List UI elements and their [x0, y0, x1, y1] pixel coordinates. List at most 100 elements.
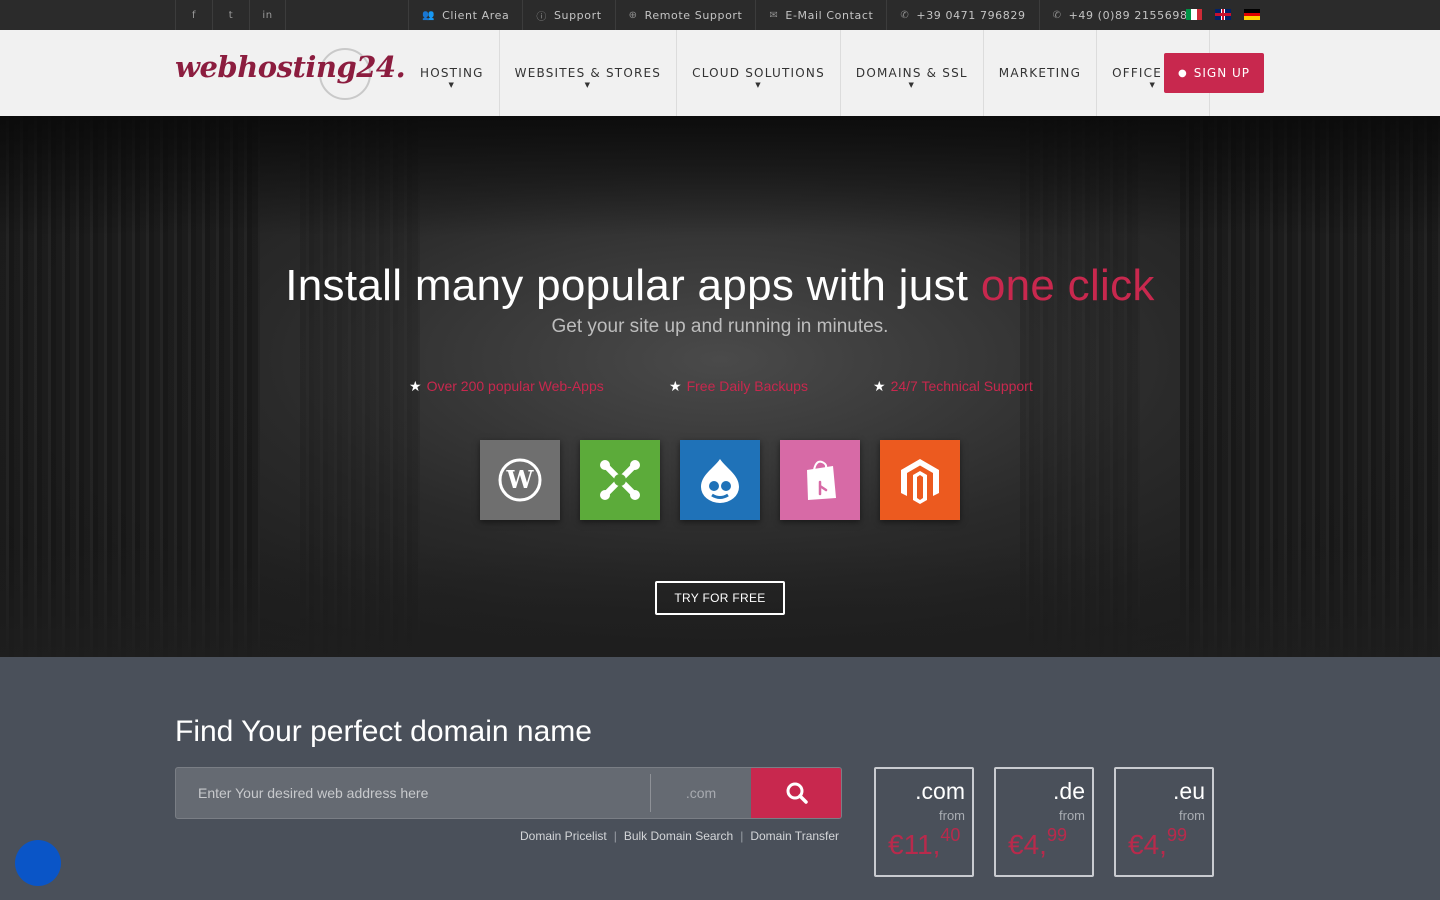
feature-label: Over 200 popular Web-Apps: [426, 378, 604, 394]
signup-button[interactable]: ● SIGN UP: [1164, 53, 1264, 93]
link-separator: |: [740, 829, 744, 843]
try-for-free-button[interactable]: TRY FOR FREE: [655, 581, 785, 615]
users-icon: 👥: [422, 9, 436, 21]
facebook-icon[interactable]: f: [175, 0, 212, 30]
phone-de-link[interactable]: ✆ +49 (0)89 21556988: [1038, 0, 1209, 30]
phone-icon: ✆: [900, 9, 910, 21]
email-contact-link[interactable]: ✉ E-Mail Contact: [755, 0, 886, 30]
domain-search-input[interactable]: Enter Your desired web address here: [198, 768, 428, 818]
phone-it-label: +39 0471 796829: [916, 8, 1026, 22]
star-icon: ★: [873, 378, 886, 394]
app-icons: W: [480, 440, 960, 520]
tld-price-euros: €4,: [1008, 829, 1047, 860]
tld-price-euros: €11,: [888, 829, 941, 860]
domain-search-button[interactable]: [751, 768, 841, 818]
caret-down-icon: ▼: [448, 81, 456, 89]
hero-title: Install many popular apps with just one …: [0, 261, 1440, 311]
tld-price-card-eu[interactable]: .eu from €4,99: [1114, 767, 1214, 877]
site-logo[interactable]: webhosting24.: [175, 46, 406, 100]
chat-widget-button[interactable]: [15, 840, 61, 886]
user-icon: ●: [1178, 67, 1188, 79]
tld-price-cents: 40: [940, 825, 961, 845]
linkedin-icon[interactable]: in: [249, 0, 286, 30]
magento-icon[interactable]: [880, 440, 960, 520]
feature-item: ★ Over 200 popular Web-Apps: [409, 378, 604, 395]
info-icon: ⓘ: [536, 11, 547, 23]
tld-name: .eu: [1173, 778, 1205, 804]
nav-websites-stores-label: WEBSITES & STORES: [514, 66, 662, 80]
nav-hosting[interactable]: HOSTING ▼: [405, 30, 500, 116]
main-header: webhosting24. HOSTING ▼ WEBSITES & STORES…: [0, 30, 1440, 116]
caret-down-icon: ▼: [584, 81, 592, 89]
phone-de-label: +49 (0)89 21556988: [1068, 8, 1196, 22]
signup-label: SIGN UP: [1193, 66, 1250, 80]
tld-price: €11,40: [888, 825, 960, 861]
nav-cloud-solutions-label: CLOUD SOLUTIONS: [692, 66, 825, 80]
hero-ceiling-shade: [0, 116, 1440, 236]
support-label: Support: [553, 8, 602, 22]
tld-from: from: [1059, 808, 1085, 823]
joomla-icon[interactable]: [580, 440, 660, 520]
hero-section: Install many popular apps with just one …: [0, 116, 1440, 657]
nav-cloud-solutions[interactable]: CLOUD SOLUTIONS ▼: [677, 30, 841, 116]
star-icon: ★: [409, 378, 422, 394]
tld-price-cents: 99: [1166, 825, 1187, 845]
tld-price-euros: €4,: [1128, 829, 1167, 860]
logo-text: webhosting24.: [175, 50, 406, 84]
domain-search-section: Find Your perfect domain name Enter Your…: [0, 657, 1440, 900]
hero-title-main: Install many popular apps with just: [285, 261, 981, 310]
hero-title-accent: one click: [980, 261, 1155, 310]
flag-italian-icon[interactable]: [1186, 9, 1202, 20]
feature-label: 24/7 Technical Support: [890, 378, 1033, 394]
tld-price-card-com[interactable]: .com from €11,40: [874, 767, 974, 877]
tld-name: .de: [1053, 778, 1085, 804]
language-switcher: [1186, 9, 1260, 21]
feature-item: ★ Free Daily Backups: [669, 378, 808, 395]
feature-item: ★ 24/7 Technical Support: [873, 378, 1033, 395]
feature-label: Free Daily Backups: [686, 378, 808, 394]
hero-subtitle: Get your site up and running in minutes.: [551, 316, 889, 337]
top-bar: f t in 👥 Client Area ⓘ Support ⊕ Remote Sup…: [0, 0, 1440, 30]
svg-text:W: W: [506, 465, 535, 494]
top-links: 👥 Client Area ⓘ Support ⊕ Remote Support ✉ E…: [408, 0, 1208, 30]
tld-name: .com: [915, 778, 965, 804]
star-icon: ★: [669, 378, 682, 394]
flag-english-icon[interactable]: [1215, 9, 1231, 20]
remote-support-label: Remote Support: [644, 8, 743, 22]
domain-heading: Find Your perfect domain name: [175, 715, 592, 748]
search-icon: [786, 782, 808, 804]
twitter-icon[interactable]: t: [212, 0, 249, 30]
client-area-link[interactable]: 👥 Client Area: [408, 0, 522, 30]
link-separator: |: [613, 829, 617, 843]
drupal-icon[interactable]: [680, 440, 760, 520]
social-links: f t in: [175, 0, 286, 30]
tld-price-cents: 99: [1046, 825, 1067, 845]
wordpress-icon[interactable]: W: [480, 440, 560, 520]
domain-pricelist-link[interactable]: Domain Pricelist: [520, 829, 607, 843]
nav-websites-stores[interactable]: WEBSITES & STORES ▼: [500, 30, 678, 116]
support-link[interactable]: ⓘ Support: [522, 0, 614, 30]
client-area-label: Client Area: [442, 8, 510, 22]
nav-domains-ssl[interactable]: DOMAINS & SSL ▼: [841, 30, 984, 116]
flag-german-icon[interactable]: [1244, 9, 1260, 21]
bulk-domain-search-link[interactable]: Bulk Domain Search: [624, 829, 733, 843]
tld-from: from: [1179, 808, 1205, 823]
remote-support-link[interactable]: ⊕ Remote Support: [614, 0, 756, 30]
domain-links: Domain Pricelist | Bulk Domain Search | Doma…: [520, 829, 839, 843]
domain-transfer-link[interactable]: Domain Transfer: [750, 829, 839, 843]
phone-icon: ✆: [1052, 9, 1062, 21]
email-contact-label: E-Mail Contact: [785, 8, 874, 22]
caret-down-icon: ▼: [1149, 81, 1157, 89]
nav-domains-ssl-label: DOMAINS & SSL: [855, 66, 968, 80]
nav-marketing[interactable]: MARKETING: [984, 30, 1098, 116]
nav-marketing-label: MARKETING: [998, 66, 1082, 80]
tld-price-card-de[interactable]: .de from €4,99: [994, 767, 1094, 877]
prestashop-icon[interactable]: [780, 440, 860, 520]
tld-from: from: [939, 808, 965, 823]
tld-select[interactable]: .com: [651, 768, 751, 818]
nav-hosting-label: HOSTING: [420, 66, 484, 80]
lifebuoy-icon: ⊕: [628, 9, 638, 21]
tld-price: €4,99: [1128, 825, 1187, 861]
phone-it-link[interactable]: ✆ +39 0471 796829: [886, 0, 1038, 30]
caret-down-icon: ▼: [755, 81, 762, 89]
